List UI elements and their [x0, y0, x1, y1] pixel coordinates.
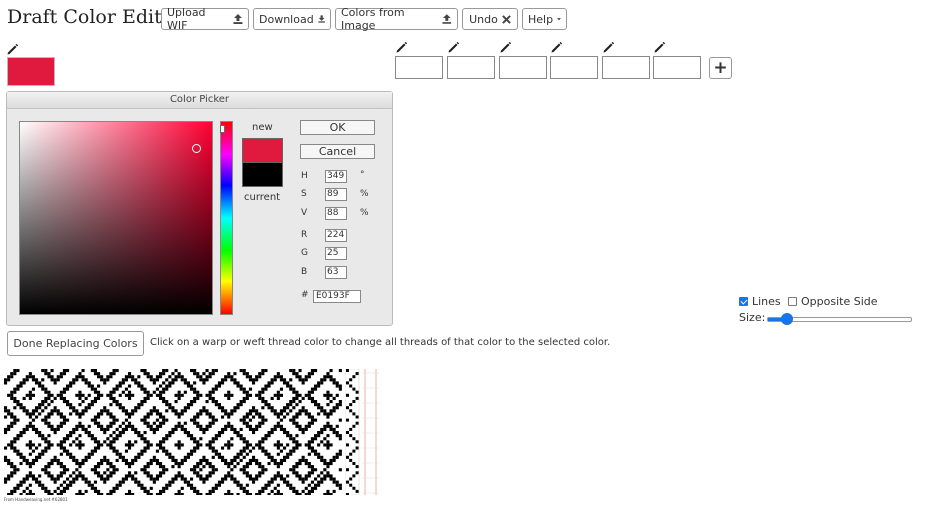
cancel-button[interactable]: Cancel [300, 144, 375, 159]
palette-color-slot[interactable] [447, 56, 495, 79]
help-button[interactable]: Help [522, 8, 567, 30]
page-title: Draft Color Editor [7, 6, 183, 28]
help-label: Help [528, 12, 554, 26]
size-label: Size: [739, 311, 766, 324]
saturation-label: S [301, 189, 307, 199]
size-slider-thumb[interactable] [780, 313, 793, 325]
new-color-label: new [252, 122, 273, 133]
undo-label: Undo [469, 12, 498, 26]
close-icon [502, 14, 511, 24]
download-label: Download [259, 12, 314, 26]
pencil-icon[interactable] [550, 40, 564, 54]
size-slider[interactable] [767, 313, 912, 325]
undo-button[interactable]: Undo [462, 8, 518, 30]
add-color-button[interactable]: + [709, 57, 732, 79]
current-color-label: current [244, 192, 281, 203]
upload-icon [442, 14, 452, 24]
opposite-side-checkbox[interactable] [788, 297, 797, 306]
saturation-value-marker[interactable] [192, 144, 201, 153]
value-unit: % [360, 208, 369, 218]
palette-color-slot[interactable] [499, 56, 547, 79]
upload-wif-button[interactable]: Upload WIF [161, 6, 249, 32]
value-label: V [301, 208, 308, 218]
opposite-side-label: Opposite Side [801, 295, 878, 308]
palette-color-slot[interactable] [395, 56, 443, 79]
hex-input[interactable]: E0193F [313, 290, 361, 303]
new-color-preview [242, 138, 283, 162]
drawdown-canvas[interactable] [4, 369, 342, 495]
instruction-text: Click on a warp or weft thread color to … [150, 337, 611, 348]
hue-unit: ° [360, 170, 365, 180]
current-color-preview[interactable] [242, 162, 283, 187]
blue-label: B [301, 267, 308, 277]
palette-color-slot[interactable] [550, 56, 598, 79]
selected-color-swatch[interactable] [7, 57, 55, 86]
upload-wif-label: Upload WIF [167, 6, 206, 32]
hue-input[interactable]: 349 [325, 170, 347, 183]
color-picker-dialog: Color Picker new current OK Cancel H 349… [6, 91, 393, 326]
credit-text: From Handweaving.net #62801 [4, 497, 68, 502]
blue-input[interactable]: 63 [325, 266, 347, 279]
caret-down-icon [557, 17, 561, 20]
green-input[interactable]: 25 [325, 247, 347, 260]
value-input[interactable]: 88 [325, 207, 347, 220]
pencil-icon[interactable] [447, 40, 461, 54]
pencil-icon[interactable] [602, 40, 616, 54]
pencil-icon[interactable] [653, 40, 667, 54]
green-label: G [301, 248, 308, 258]
red-input[interactable]: 224 [325, 229, 347, 242]
upload-icon [233, 14, 243, 24]
hue-slider-handle[interactable] [220, 125, 225, 133]
lines-checkbox[interactable] [739, 297, 748, 306]
saturation-value-field[interactable] [19, 121, 213, 315]
done-replacing-colors-button[interactable]: Done Replacing Colors [7, 331, 144, 356]
saturation-unit: % [360, 189, 369, 199]
pencil-icon[interactable] [6, 42, 20, 56]
palette-color-slot[interactable] [653, 56, 701, 79]
color-picker-title[interactable]: Color Picker [7, 92, 392, 109]
saturation-input[interactable]: 89 [325, 188, 347, 201]
colors-from-image-label: Colors from Image [341, 6, 405, 32]
hue-slider[interactable] [220, 121, 233, 315]
red-label: R [301, 230, 308, 240]
download-button[interactable]: Download [253, 8, 331, 30]
hue-label: H [301, 171, 308, 181]
lines-label: Lines [752, 295, 781, 308]
hex-label: # [301, 290, 309, 300]
download-icon [318, 15, 325, 23]
colors-from-image-button[interactable]: Colors from Image [335, 6, 458, 32]
pencil-icon[interactable] [395, 40, 409, 54]
palette-color-slot[interactable] [602, 56, 650, 79]
ok-button[interactable]: OK [300, 120, 375, 135]
weft-threading-strip[interactable] [345, 369, 381, 495]
pencil-icon[interactable] [499, 40, 513, 54]
